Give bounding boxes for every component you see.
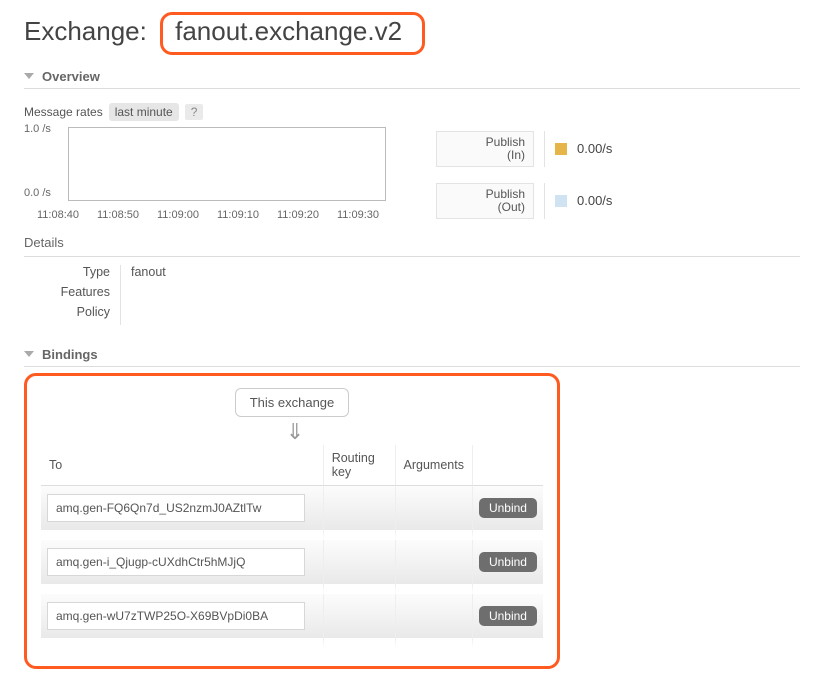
rate-row-publish-in: Publish (In) 0.00/s <box>436 131 612 167</box>
divider <box>544 183 545 219</box>
x-tick: 11:09:00 <box>148 209 208 221</box>
binding-destination[interactable]: amq.gen-FQ6Qn7d_US2nzmJ0AZtlTw <box>47 494 305 522</box>
binding-destination[interactable]: amq.gen-i_Qjugp-cUXdhCtr5hMJjQ <box>47 548 305 576</box>
time-window-selector[interactable]: last minute <box>109 103 179 121</box>
divider <box>544 131 545 167</box>
rate-label-line2: (In) <box>507 149 525 162</box>
details-heading: Details <box>24 235 800 257</box>
this-exchange-node: This exchange <box>235 388 350 417</box>
bindings-section-header[interactable]: Bindings <box>24 343 800 367</box>
unbind-button[interactable]: Unbind <box>479 606 537 626</box>
x-tick: 11:09:20 <box>268 209 328 221</box>
binding-destination[interactable]: amq.gen-wU7zTWP25O-X69BVpDi0BA <box>47 602 305 630</box>
rate-value: 0.00/s <box>577 193 612 208</box>
bindings-title: Bindings <box>42 347 98 362</box>
chevron-down-icon <box>24 73 34 79</box>
bindings-panel: This exchange ⇓ To Routing key Arguments… <box>24 373 560 669</box>
details-value <box>121 285 131 305</box>
color-swatch <box>555 143 567 155</box>
binding-routing-key <box>324 540 396 594</box>
col-arguments: Arguments <box>396 445 473 486</box>
chart-plot-area <box>68 127 386 201</box>
x-tick: 11:08:50 <box>88 209 148 221</box>
chevron-down-icon <box>24 351 34 357</box>
rate-box: Publish (In) <box>436 131 534 167</box>
details-key: Policy <box>24 305 120 325</box>
color-swatch <box>555 195 567 207</box>
details-row-policy: Policy <box>24 305 800 325</box>
rates-legend: Publish (In) 0.00/s Publish (Out) 0.00/s <box>436 131 612 219</box>
col-to: To <box>41 445 324 486</box>
table-row: amq.gen-wU7zTWP25O-X69BVpDi0BA Unbind <box>41 594 543 648</box>
x-tick: 11:08:40 <box>28 209 88 221</box>
binding-routing-key <box>324 594 396 648</box>
unbind-button[interactable]: Unbind <box>479 498 537 518</box>
exchange-name: fanout.exchange.v2 <box>160 12 425 55</box>
binding-arguments <box>396 594 473 648</box>
table-row: amq.gen-FQ6Qn7d_US2nzmJ0AZtlTw Unbind <box>41 486 543 540</box>
rate-row-publish-out: Publish (Out) 0.00/s <box>436 183 612 219</box>
details-value <box>121 305 131 325</box>
binding-routing-key <box>324 486 396 540</box>
details-key: Features <box>24 285 120 305</box>
page-title-prefix: Exchange: <box>24 16 147 46</box>
overview-section-header[interactable]: Overview <box>24 65 800 89</box>
overview-title: Overview <box>42 69 100 84</box>
col-actions <box>473 445 543 486</box>
binding-arguments <box>396 486 473 540</box>
help-icon[interactable]: ? <box>185 104 204 120</box>
rate-label-line1: Publish <box>486 188 525 201</box>
arrow-down-icon: ⇓ <box>41 421 543 443</box>
details-row-features: Features <box>24 285 800 305</box>
details-block: Details Type fanout Features Policy <box>24 235 800 325</box>
rate-box: Publish (Out) <box>436 183 534 219</box>
y-tick-bottom: 0.0 /s <box>24 187 51 199</box>
message-rates-label: Message rates <box>24 105 103 119</box>
message-rates-chart: 1.0 /s 0.0 /s 11:08:40 11:08:50 11:09:00… <box>24 127 386 221</box>
col-routing-key: Routing key <box>324 445 396 486</box>
table-row: amq.gen-i_Qjugp-cUXdhCtr5hMJjQ Unbind <box>41 540 543 594</box>
rate-value: 0.00/s <box>577 141 612 156</box>
binding-arguments <box>396 540 473 594</box>
x-ticks: 11:08:40 11:08:50 11:09:00 11:09:10 11:0… <box>28 209 388 221</box>
page-title: Exchange: fanout.exchange.v2 <box>24 12 800 55</box>
x-tick: 11:09:30 <box>328 209 388 221</box>
details-key: Type <box>24 265 120 285</box>
rate-label-line2: (Out) <box>498 201 525 214</box>
rate-label-line1: Publish <box>486 136 525 149</box>
x-tick: 11:09:10 <box>208 209 268 221</box>
details-value: fanout <box>121 265 166 285</box>
details-row-type: Type fanout <box>24 265 800 285</box>
y-tick-top: 1.0 /s <box>24 123 51 135</box>
bindings-table: To Routing key Arguments amq.gen-FQ6Qn7d… <box>41 445 543 648</box>
message-rates-label-row: Message rates last minute ? <box>24 103 800 121</box>
unbind-button[interactable]: Unbind <box>479 552 537 572</box>
